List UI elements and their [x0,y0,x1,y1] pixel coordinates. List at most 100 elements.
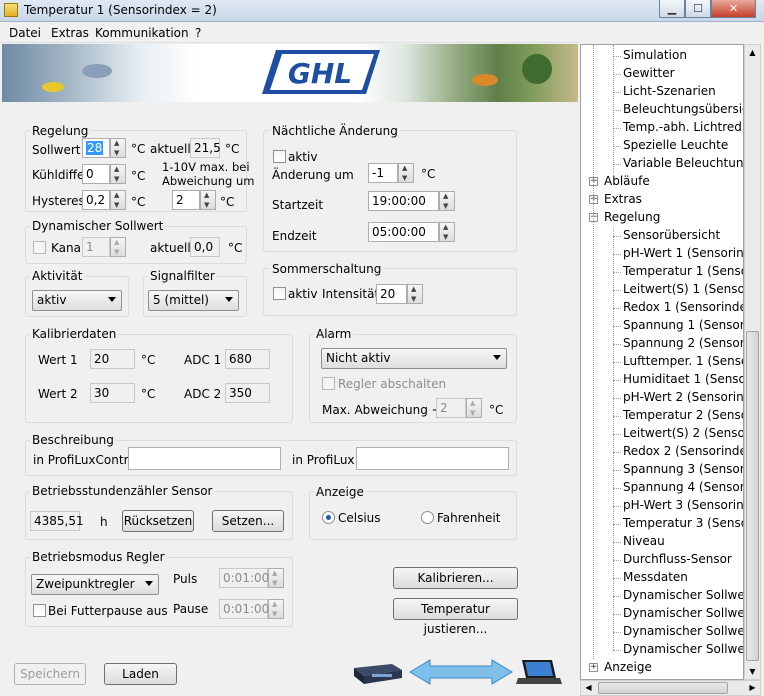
tree-item[interactable]: Leitwert(S) 1 (Sensorinc [623,282,743,296]
puls-spinner[interactable] [268,568,284,588]
tree-item[interactable]: pH-Wert 2 (Sensorinde [623,390,743,404]
sollwert-input[interactable]: 28 [82,138,110,158]
tree-item[interactable]: Beleuchtungsübersicht [623,102,743,116]
kuehl-input[interactable]: 0 [82,164,110,184]
tree-item[interactable]: Temp.-abh. Lichtred. [623,120,743,134]
kuehl-spinner[interactable] [110,164,126,184]
sommer-aktiv-checkbox[interactable] [273,287,286,300]
tree-item[interactable]: Licht-Szenarien [623,84,716,98]
tree-item[interactable]: Durchfluss-Sensor [623,552,732,566]
tree-item[interactable]: Spannung 2 (Sensorinc [623,336,743,350]
tree-expand-icon[interactable]: + [589,663,598,672]
puls-input[interactable]: 0:01:00 [219,568,269,588]
vertical-scrollbar[interactable]: ▲ ▼ [744,44,761,680]
tree-item[interactable]: Spannung 3 (Sensorinc [623,462,743,476]
tree-item[interactable]: Simulation [623,48,687,62]
scroll-left-icon[interactable]: ◀ [581,681,596,695]
pause-input[interactable]: 0:01:00 [219,599,269,619]
minimize-button[interactable]: ▁ [659,0,685,18]
aktivitaet-select[interactable]: aktiv [32,290,122,311]
kanal-checkbox[interactable] [33,241,46,254]
tree-connector [613,434,621,435]
scroll-up-icon[interactable]: ▲ [745,45,760,60]
navigation-tree[interactable]: Simulation Gewitter Licht-Szenarien Beleuch… [580,44,744,680]
tree-item[interactable]: Dynamischer Sollwert 3 [623,624,743,638]
tree-item[interactable]: Temperatur 3 (Sensorin [623,516,743,530]
ruecksetzen-button[interactable]: Rücksetzen [122,510,194,532]
tree-item[interactable]: pH-Wert 1 (Sensorinde [623,246,743,260]
tree-item[interactable]: Spannung 1 (Sensorinc [623,318,743,332]
kanal-input[interactable]: 1 [82,237,110,257]
tree-item[interactable]: Gewitter [623,66,675,80]
scroll-thumb[interactable] [746,331,759,661]
tree-item[interactable]: Variable Beleuchtung [623,156,743,170]
hysterese-spinner[interactable] [110,190,126,210]
wert1-value: 20 [90,349,135,369]
tree-item[interactable]: Sensorübersicht [623,228,720,242]
menu-datei[interactable]: Datei [9,26,41,40]
scroll-down-icon[interactable]: ▼ [745,664,760,679]
tree-item[interactable]: Dynamischer Sollwert 2 [623,606,743,620]
tree-item[interactable]: Regelung [604,210,660,224]
abweichung-input[interactable]: 2 [172,190,200,210]
regler-abschalten-checkbox[interactable] [322,377,335,390]
sollwert-spinner[interactable] [110,138,126,158]
scroll-right-icon[interactable]: ▶ [745,681,760,695]
startzeit-input[interactable]: 19:00:00 [368,191,439,211]
nacht-aktiv-checkbox[interactable] [273,150,286,163]
startzeit-spinner[interactable] [439,191,455,211]
menu-help[interactable]: ? [195,26,201,40]
tree-item[interactable]: Lufttemper. 1 (Sensorin [623,354,743,368]
intensitaet-spinner[interactable] [407,284,423,304]
aenderung-label: Änderung um [272,168,354,182]
tree-item[interactable]: Dynamischer Sollwert 4 [623,642,743,656]
setzen-button[interactable]: Setzen... [212,510,284,532]
endzeit-input[interactable]: 05:00:00 [368,222,439,242]
max-abweichung-input[interactable]: 2 [436,398,466,418]
menu-kommunikation[interactable]: Kommunikation [95,26,189,40]
abweichung-spinner[interactable] [200,190,216,210]
tree-item[interactable]: Temperatur 1 (Sensorin [623,264,743,278]
celsius-radio[interactable] [322,511,335,524]
endzeit-spinner[interactable] [439,222,455,242]
profiluxcontrol-input[interactable] [128,447,281,470]
horizontal-scrollbar[interactable]: ◀ ▶ [580,680,761,696]
tree-item[interactable]: Dynamischer Sollwert 1 [623,588,743,602]
futterpause-checkbox[interactable] [33,604,46,617]
laden-button[interactable]: Laden [104,663,177,685]
tree-item[interactable]: Redox 1 (Sensorindex = [623,300,743,314]
intensitaet-input[interactable]: 20 [376,284,407,304]
tree-item[interactable]: Leitwert(S) 2 (Sensorinc [623,426,743,440]
hscroll-thumb[interactable] [598,682,728,694]
maximize-button[interactable]: ☐ [685,0,711,18]
profilux-input[interactable] [356,447,509,470]
signalfilter-label: Signalfilter [148,269,217,283]
tree-item[interactable]: pH-Wert 3 (Sensorinde [623,498,743,512]
tree-item[interactable]: Abläufe [604,174,650,188]
tree-item[interactable]: Temperatur 2 (Sensorin [623,408,743,422]
hysterese-input[interactable]: 0,2 [82,190,110,210]
max-abweichung-spinner[interactable] [466,398,482,418]
tree-item[interactable]: Humiditaet 1 (Sensorinc [623,372,743,386]
tree-item[interactable]: Spezielle Leuchte [623,138,728,152]
tree-item[interactable]: Anzeige [604,660,652,674]
kanal-spinner[interactable] [110,237,126,257]
tree-item[interactable]: Spannung 4 (Sensorinc [623,480,743,494]
menu-extras[interactable]: Extras [51,26,89,40]
betriebsmodus-select[interactable]: Zweipunktregler [31,574,159,595]
signalfilter-select[interactable]: 5 (mittel) [148,290,239,311]
fahrenheit-radio[interactable] [421,511,434,524]
alarm-select[interactable]: Nicht aktiv [321,348,507,369]
fish-image [472,74,498,86]
aenderung-input[interactable]: -1 [368,163,398,183]
tree-item[interactable]: Niveau [623,534,665,548]
speichern-button[interactable]: Speichern [14,663,86,685]
pause-spinner[interactable] [268,599,284,619]
tree-item[interactable]: Extras [604,192,642,206]
temperatur-justieren-button[interactable]: Temperatur justieren... [393,598,518,636]
aenderung-spinner[interactable] [398,163,414,183]
close-button[interactable]: ✕ [711,0,756,18]
tree-item[interactable]: Messdaten [623,570,688,584]
tree-item[interactable]: Redox 2 (Sensorindex = [623,444,743,458]
kalibrieren-button[interactable]: Kalibrieren... [393,567,518,589]
